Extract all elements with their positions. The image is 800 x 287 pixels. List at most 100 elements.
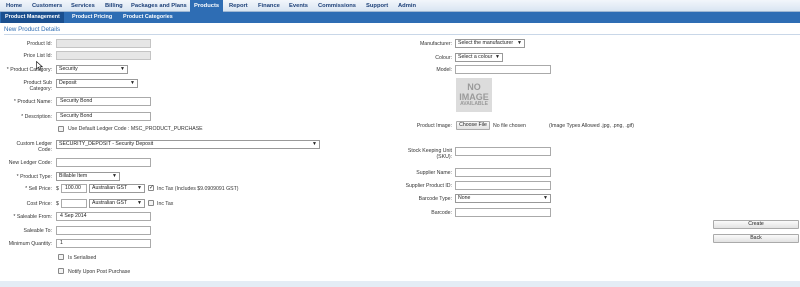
colour-label: Colour:: [435, 55, 452, 61]
product-name-input[interactable]: Security Bond: [56, 97, 151, 106]
section-title: New Product Details: [4, 26, 61, 33]
sell-price-label: Sell Price:: [0, 186, 52, 192]
chevron-down-icon: ▼: [543, 195, 548, 201]
chevron-down-icon: ▼: [517, 40, 522, 46]
chevron-down-icon: ▼: [312, 141, 317, 147]
saleable-to-input[interactable]: [56, 226, 151, 235]
is-serialised-label: Is Serialised: [68, 255, 97, 261]
chevron-down-icon: ▼: [130, 80, 135, 86]
supplier-name-label: Supplier Name:: [416, 170, 452, 176]
custom-ledger-value: SECURITY_DEPOSIT - Security Deposit: [59, 141, 154, 147]
mouse-cursor-icon: [36, 61, 43, 71]
price-list-id-label: Price List Id:: [23, 53, 52, 59]
colour-select[interactable]: Select a colour ▼: [455, 53, 503, 62]
minimum-quantity-input[interactable]: 1: [56, 239, 151, 248]
product-sub-category-label: Product Sub Category:: [23, 80, 52, 92]
nav-support[interactable]: Support: [362, 0, 392, 12]
cost-price-input[interactable]: [61, 199, 87, 208]
description-input[interactable]: Security Bond: [56, 112, 151, 121]
sell-price-currency: $: [56, 186, 59, 192]
nav-finance[interactable]: Finance: [254, 0, 284, 12]
minimum-quantity-label: Minimum Quantity:: [8, 241, 52, 247]
manufacturer-select[interactable]: Select the manufacturer ▼: [455, 39, 525, 48]
saleable-from-label: Saleable From:: [0, 214, 52, 220]
new-ledger-label: New Ledger Code:: [8, 160, 52, 166]
product-id-input: [56, 39, 151, 48]
chevron-down-icon: ▼: [495, 54, 500, 60]
chevron-down-icon: ▼: [120, 66, 125, 72]
nav-products[interactable]: Products: [190, 0, 224, 12]
no-image-line3: AVAILABLE: [460, 101, 488, 107]
cost-price-inc-tax-label: Inc Tax: [157, 201, 174, 207]
no-image-line1: NO: [467, 82, 481, 92]
model-input[interactable]: [455, 65, 551, 74]
product-category-value: Security: [59, 66, 78, 72]
cost-price-currency: $: [56, 201, 59, 207]
product-sub-category-select[interactable]: Deposit ▼: [56, 79, 138, 88]
default-ledger-checkbox[interactable]: [58, 126, 64, 132]
subnav-product-pricing[interactable]: Product Pricing: [68, 12, 116, 23]
choose-file-button[interactable]: Choose File: [456, 121, 490, 130]
sku-input[interactable]: [455, 147, 551, 156]
back-button[interactable]: Back: [713, 234, 799, 243]
product-type-label: Product Type:: [0, 174, 52, 180]
sub-nav: Product Management Product Pricing Produ…: [0, 12, 800, 23]
main-nav: Home Customers Services Billing Packages…: [0, 0, 800, 12]
product-sub-category-value: Deposit: [59, 80, 77, 86]
notify-post-purchase-label: Notify Upon Post Purchase: [68, 269, 131, 275]
create-button[interactable]: Create: [713, 220, 799, 229]
nav-events[interactable]: Events: [285, 0, 312, 12]
barcode-label: Barcode:: [431, 210, 452, 216]
supplier-product-id-input[interactable]: [455, 181, 551, 190]
nav-report[interactable]: Report: [225, 0, 252, 12]
saleable-to-label: Saleable To:: [23, 228, 52, 234]
product-image-label: Product Image:: [416, 123, 452, 129]
sell-price-inc-tax-label: Inc Tax (Includes $9.0909091 GST): [157, 186, 239, 192]
chevron-down-icon: ▼: [137, 185, 142, 191]
product-name-label: Product Name:: [0, 99, 52, 105]
sell-price-input[interactable]: 100.00: [61, 184, 87, 193]
product-type-value: Billable Item: [59, 173, 88, 179]
footer-strip: [0, 281, 800, 287]
chevron-down-icon: ▼: [137, 200, 142, 206]
nav-billing[interactable]: Billing: [101, 0, 127, 12]
cost-price-tax-select[interactable]: Australian GST ▼: [89, 199, 145, 208]
nav-commissions[interactable]: Commissions: [314, 0, 360, 12]
nav-services[interactable]: Services: [67, 0, 99, 12]
notify-post-purchase-checkbox[interactable]: [58, 268, 64, 274]
file-status-text: No file chosen: [493, 123, 526, 129]
barcode-input[interactable]: [455, 208, 551, 217]
custom-ledger-select[interactable]: SECURITY_DEPOSIT - Security Deposit ▼: [56, 140, 320, 149]
nav-admin[interactable]: Admin: [394, 0, 420, 12]
nav-home[interactable]: Home: [2, 0, 26, 12]
manufacturer-value: Select the manufacturer: [458, 40, 514, 46]
barcode-type-label: Barcode Type:: [418, 196, 452, 202]
barcode-type-select[interactable]: None ▼: [455, 194, 551, 203]
image-types-hint: (Image Types Allowed .jpg, .png, .gif): [549, 123, 634, 129]
nav-packages-and-plans[interactable]: Packages and Plans: [127, 0, 191, 12]
product-category-label: Product Category:: [0, 67, 52, 73]
subnav-product-management[interactable]: Product Management: [1, 12, 64, 23]
sell-price-tax-select[interactable]: Australian GST ▼: [89, 184, 145, 193]
chevron-down-icon: ▼: [112, 173, 117, 179]
product-category-select[interactable]: Security ▼: [56, 65, 128, 74]
default-ledger-label: Use Default Ledger Code : MSC_PRODUCT_PU…: [68, 126, 203, 132]
model-label: Model:: [436, 67, 452, 73]
sku-label: Stock Keeping Unit (SKU):: [407, 148, 452, 160]
new-ledger-input[interactable]: [56, 158, 151, 167]
is-serialised-checkbox[interactable]: [58, 254, 64, 260]
cost-price-label: Cost Price:: [26, 201, 52, 207]
description-label: Description:: [0, 114, 52, 120]
section-divider: [4, 34, 800, 35]
subnav-product-categories[interactable]: Product Categories: [119, 12, 177, 23]
supplier-name-input[interactable]: [455, 168, 551, 177]
supplier-product-id-label: Supplier Product ID:: [405, 183, 452, 189]
cost-price-inc-tax-checkbox[interactable]: [148, 200, 154, 206]
barcode-type-value: None: [458, 195, 471, 201]
nav-customers[interactable]: Customers: [28, 0, 66, 12]
cost-price-tax-value: Australian GST: [92, 200, 128, 206]
product-type-select[interactable]: Billable Item ▼: [56, 172, 120, 181]
saleable-from-input[interactable]: 4 Sep 2014: [56, 212, 151, 221]
sell-price-inc-tax-checkbox[interactable]: [148, 184, 154, 191]
no-image-placeholder: NO IMAGE AVAILABLE: [456, 78, 492, 112]
